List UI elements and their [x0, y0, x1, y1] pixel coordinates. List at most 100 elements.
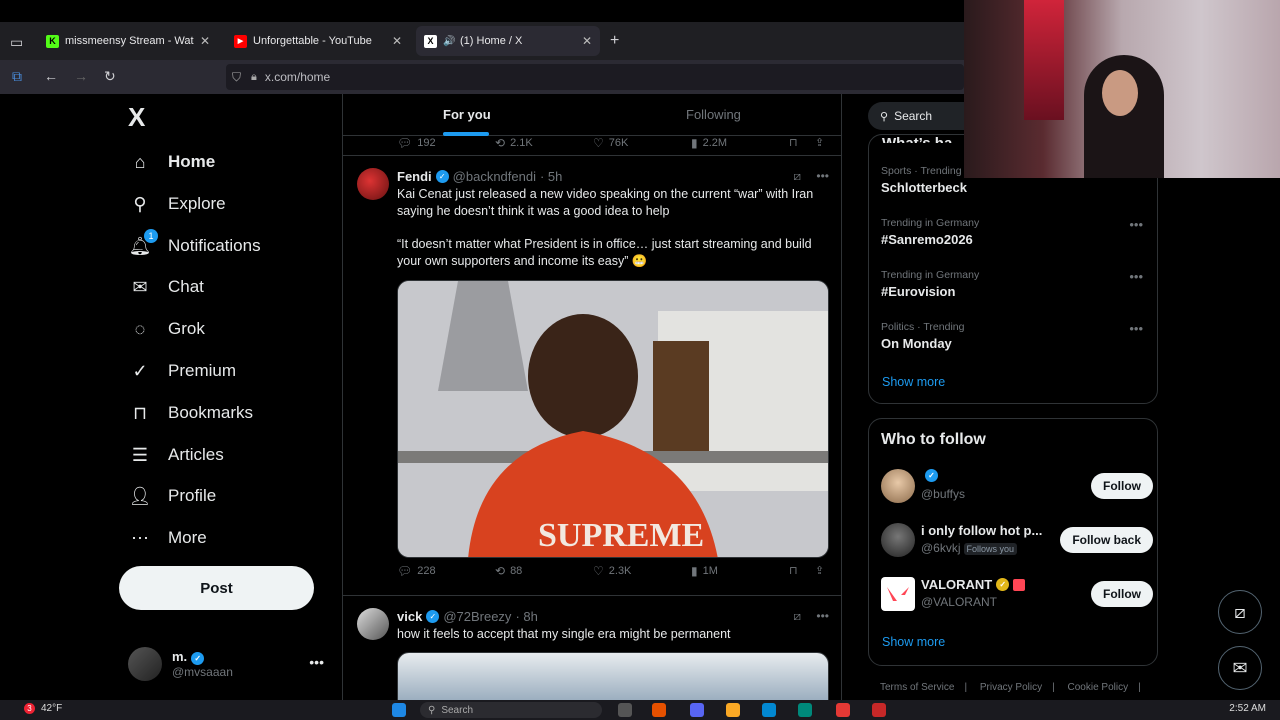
account-switcher[interactable]: m. ✓ @mvsaaan ••• — [128, 644, 328, 684]
nav-item-chat[interactable]: ✉ Chat — [128, 267, 203, 307]
store-icon[interactable] — [762, 703, 776, 717]
bookmark-button[interactable]: ⊓ — [789, 136, 798, 149]
close-tab-icon[interactable]: ✕ — [582, 34, 592, 48]
more-icon[interactable]: ••• — [1129, 321, 1143, 336]
author-handle[interactable]: @backndfendi — [453, 169, 536, 184]
avatar[interactable] — [881, 523, 915, 557]
more-icon[interactable]: ••• — [1129, 269, 1143, 284]
follow-suggestion[interactable]: VALORANT ✓ @VALORANT Follow — [881, 575, 1153, 615]
views-button[interactable]: ▮ 1M — [691, 564, 718, 578]
audio-icon[interactable]: 🔊 — [443, 35, 456, 48]
like-button[interactable]: ♡ 2.3K — [593, 564, 631, 578]
author-name[interactable]: vick — [397, 609, 422, 624]
timeline-tabs: For you Following — [343, 94, 841, 136]
close-tab-icon[interactable]: ✕ — [200, 34, 210, 48]
follow-back-button[interactable]: Follow back — [1060, 527, 1153, 553]
footer-link[interactable]: Cookie Policy — [1068, 682, 1129, 693]
active-tab-indicator — [443, 132, 489, 136]
sidebar-toggle-icon[interactable]: ⧉ — [12, 68, 22, 85]
browser-tab-kick[interactable]: K missmeensy Stream - Watch Liv ✕ — [38, 26, 218, 56]
post-button[interactable]: Post — [119, 566, 314, 610]
grok-fab-button[interactable]: ⧄ — [1218, 590, 1262, 634]
nav-item-profile[interactable]: 👤︎ Profile — [128, 476, 217, 516]
reply-button[interactable]: 💬︎ 192 — [397, 136, 436, 150]
tweet-time[interactable]: · 8h — [515, 609, 537, 624]
reload-icon[interactable]: ↻ — [104, 68, 116, 85]
bookmark-button[interactable]: ⊓ — [789, 564, 798, 577]
follow-button[interactable]: Follow — [1091, 473, 1153, 499]
avatar[interactable] — [357, 168, 389, 200]
tab-list-icon[interactable]: ▭ — [10, 34, 23, 51]
new-tab-button[interactable]: + — [610, 32, 619, 50]
lock-icon[interactable]: 🔒︎ — [251, 71, 257, 84]
avatar[interactable] — [881, 469, 915, 503]
windows-start-icon[interactable] — [392, 703, 406, 717]
app-icon-2[interactable] — [872, 703, 886, 717]
follow-suggestion[interactable]: i only follow hot p... @6kvkj Follows you… — [881, 521, 1153, 561]
app-icon[interactable] — [652, 703, 666, 717]
more-icon[interactable]: ••• — [1129, 217, 1143, 232]
tweet-image[interactable] — [397, 652, 829, 700]
nav-item-home[interactable]: ⌂ Home — [128, 142, 216, 182]
follow-button[interactable]: Follow — [1091, 581, 1153, 607]
back-icon[interactable]: ← — [44, 68, 58, 84]
more-icon[interactable]: ••• — [309, 654, 324, 670]
valorant-logo-icon[interactable] — [881, 577, 915, 611]
nav-item-articles[interactable]: ☰ Articles — [128, 435, 224, 475]
share-button[interactable]: ⇪ — [815, 564, 824, 577]
discord-icon[interactable] — [690, 703, 704, 717]
author-name[interactable]: Fendi — [397, 169, 432, 184]
taskbar-search[interactable]: ⚲ Search — [420, 702, 602, 718]
nav-label: Bookmarks — [168, 403, 254, 422]
nav-item-premium[interactable]: ✓ Premium — [128, 351, 236, 391]
browser-tab-youtube[interactable]: ▶ Unforgettable - YouTube ✕ — [226, 26, 410, 56]
grok-icon[interactable]: ⧄ — [793, 609, 801, 623]
more-icon[interactable]: ••• — [816, 169, 829, 183]
like-button[interactable]: ♡ 76K — [593, 136, 628, 150]
webcam-overlay — [964, 0, 1280, 178]
trend-item[interactable]: Trending in Germany #Sanremo2026 — [881, 217, 979, 247]
system-clock[interactable]: 2:52 AM — [1229, 703, 1266, 714]
show-more-follow-link[interactable]: Show more — [882, 635, 945, 649]
shield-icon[interactable]: ⛉ — [232, 70, 241, 85]
x-logo-icon[interactable]: X — [128, 102, 145, 133]
reply-button[interactable]: 💬︎ 228 — [397, 564, 436, 578]
nav-item-more[interactable]: ⋯ More — [128, 518, 207, 558]
tweet-video[interactable]: SUPREME — [397, 280, 829, 558]
trend-item[interactable]: Politics · Trending On Monday — [881, 321, 964, 351]
repost-button[interactable]: ⟲ 2.1K — [495, 136, 533, 150]
forward-icon[interactable]: → — [74, 68, 88, 84]
nav-item-notifications[interactable]: 🔔︎ 1 Notifications — [128, 226, 261, 266]
edge-icon[interactable] — [798, 703, 812, 717]
weather-widget[interactable]: 3 42°F — [24, 703, 62, 714]
messages-fab-button[interactable]: ✉ — [1218, 646, 1262, 690]
tab-for-you[interactable]: For you — [443, 107, 491, 122]
nav-item-grok[interactable]: ◌ Grok — [128, 309, 205, 349]
nav-item-explore[interactable]: ⚲ Explore — [128, 184, 225, 224]
tweet[interactable]: vick ✓ @72Breezy · 8h ⧄ ••• how it feels… — [343, 596, 841, 700]
taskview-icon[interactable] — [618, 703, 632, 717]
browser-tab-x[interactable]: X 🔊 (1) Home / X ✕ — [416, 26, 600, 56]
folder-icon[interactable] — [726, 703, 740, 717]
tweet[interactable]: Fendi ✓ @backndfendi · 5h ⧄ ••• Kai Cena… — [343, 156, 841, 596]
url-bar[interactable]: ⛉ 🔒︎ x.com/home — [226, 64, 964, 90]
nav-item-bookmarks[interactable]: ⊓ Bookmarks — [128, 393, 253, 433]
show-more-trends-link[interactable]: Show more — [882, 375, 945, 389]
follow-suggestion[interactable]: ✓ @buffys Follow — [881, 467, 1153, 507]
close-tab-icon[interactable]: ✕ — [392, 34, 402, 48]
more-icon[interactable]: ••• — [816, 609, 829, 623]
trend-item[interactable]: Trending in Germany #Eurovision — [881, 269, 979, 299]
share-button[interactable]: ⇪ — [815, 136, 824, 149]
chrome-icon[interactable] — [836, 703, 850, 717]
avatar[interactable] — [357, 608, 389, 640]
author-handle[interactable]: @72Breezy — [443, 609, 511, 624]
tab-following[interactable]: Following — [686, 107, 741, 122]
views-button[interactable]: ▮ 2.2M — [691, 136, 727, 150]
repost-button[interactable]: ⟲ 88 — [495, 564, 522, 578]
grok-icon[interactable]: ⧄ — [793, 169, 801, 183]
footer-link[interactable]: Privacy Policy — [980, 682, 1042, 693]
profile-icon: 👤︎ — [128, 485, 152, 506]
tweet-time[interactable]: · 5h — [540, 169, 562, 184]
trend-item[interactable]: Sports · Trending Schlotterbeck — [881, 165, 967, 195]
footer-link[interactable]: Terms of Service — [880, 682, 954, 693]
